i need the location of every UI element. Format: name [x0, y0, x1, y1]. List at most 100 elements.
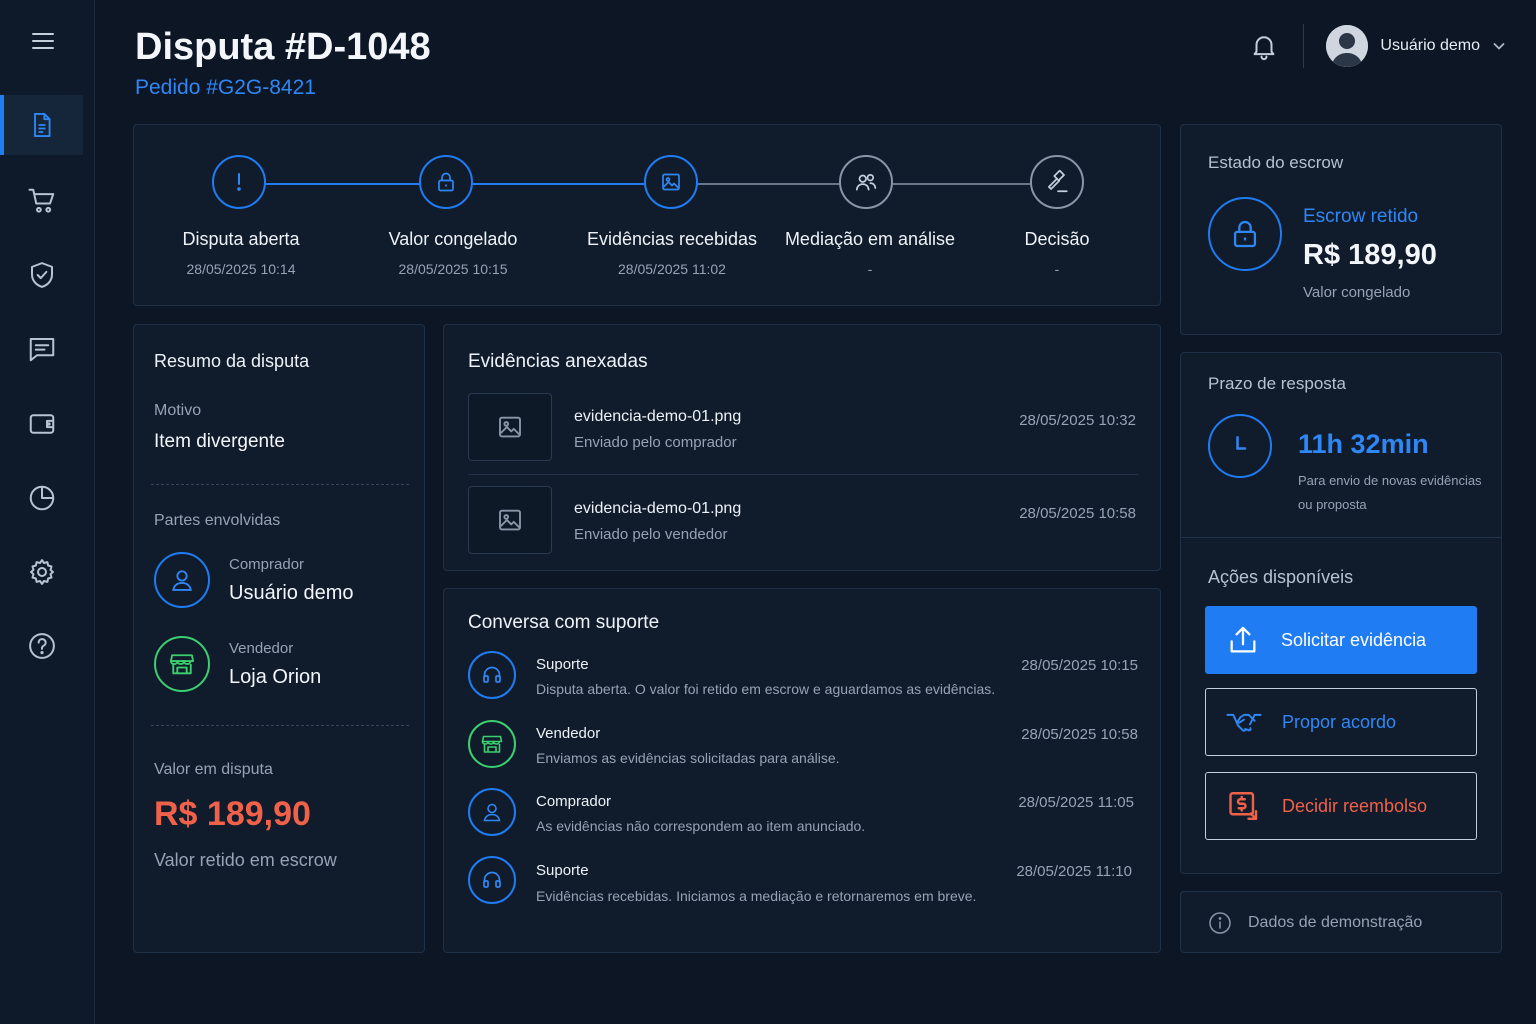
alert-icon [212, 155, 266, 209]
upload-icon [1223, 623, 1263, 657]
hamburger-menu-icon[interactable] [30, 28, 56, 54]
handshake-icon [1224, 707, 1264, 737]
evidence-file-name: evidencia-demo-01.png [574, 408, 742, 425]
evidence-card: Evidências anexadas evidencia-demo-01.pn… [443, 324, 1161, 571]
user-name[interactable]: Usuário demo [1380, 37, 1480, 55]
sidebar [0, 0, 95, 1024]
timeline-step-label: Evidências recebidas [586, 229, 758, 249]
deadline-note-line1: Para envio de novas evidências [1298, 473, 1482, 488]
message-item: Vendedor Enviamos as evidências solicita… [444, 720, 1160, 776]
timeline-step-label: Mediação em análise [784, 229, 956, 249]
escrow-amount: R$ 189,90 [1303, 239, 1437, 271]
message-author: Suporte [536, 656, 589, 673]
lock-icon [419, 155, 473, 209]
clock-icon [1208, 414, 1272, 478]
headset-icon [468, 651, 516, 699]
image-icon [468, 393, 552, 461]
timeline-step-date: - [867, 261, 873, 277]
message-author: Vendedor [536, 725, 601, 742]
summary-title: Resumo da disputa [154, 351, 310, 371]
message-author: Comprador [536, 793, 612, 810]
sidebar-item-orders[interactable] [0, 171, 83, 231]
section-divider [1181, 537, 1501, 538]
evidence-item[interactable]: evidencia-demo-01.png Enviado pelo vende… [444, 486, 1160, 566]
deadline-actions-card: Prazo de resposta 11h 32min Para envio d… [1180, 352, 1502, 874]
buyer-name: Usuário demo [229, 582, 354, 604]
evidence-title: Evidências anexadas [468, 351, 648, 372]
sidebar-item-settings[interactable] [0, 542, 83, 602]
seller-name: Loja Orion [229, 666, 322, 688]
evidence-sender: Enviado pelo vendedor [574, 526, 728, 543]
timeline-step-date: 28/05/2025 10:15 [398, 261, 508, 277]
dispute-timeline: Disputa aberta 28/05/2025 10:14 Valor co… [133, 124, 1161, 306]
decide-refund-label: Decidir reembolso [1282, 795, 1428, 816]
amount-label: Valor em disputa [154, 761, 273, 778]
sidebar-item-reports[interactable] [0, 468, 83, 528]
decide-refund-button[interactable]: Decidir reembolso [1205, 772, 1477, 840]
escrow-card: Estado do escrow Escrow retido R$ 189,90… [1180, 124, 1502, 335]
timeline-step-label: Decisão [1024, 229, 1090, 249]
store-icon [468, 720, 516, 768]
message-item: Suporte Disputa aberta. O valor foi reti… [444, 651, 1160, 707]
message-text: As evidências não correspondem ao item a… [536, 818, 866, 834]
message-time: 28/05/2025 10:58 [1021, 726, 1138, 743]
dashed-divider [151, 725, 409, 726]
evidence-sender: Enviado pelo comprador [574, 434, 737, 451]
help-icon [27, 631, 57, 661]
refund-icon [1224, 788, 1264, 824]
chevron-down-icon[interactable] [1492, 39, 1506, 53]
evidence-item[interactable]: evidencia-demo-01.png Enviado pelo compr… [444, 393, 1160, 473]
lock-icon [1208, 197, 1282, 271]
parties-label: Partes envolvidas [154, 512, 281, 529]
message-item: Suporte Evidências recebidas. Iniciamos … [444, 856, 1160, 912]
escrow-title: Estado do escrow [1208, 153, 1344, 172]
escrow-status: Escrow retido [1303, 206, 1419, 227]
propose-agreement-label: Propor acordo [1282, 711, 1397, 732]
message-item: Comprador As evidências não correspondem… [444, 788, 1160, 844]
avatar[interactable] [1326, 25, 1369, 67]
pie-chart-icon [27, 483, 57, 513]
chat-icon [27, 334, 57, 364]
timeline-step-date: 28/05/2025 10:14 [186, 261, 296, 277]
gavel-icon [1030, 155, 1084, 209]
sidebar-item-help[interactable] [0, 616, 83, 676]
sidebar-item-protection[interactable] [0, 245, 83, 305]
order-link[interactable]: Pedido #G2G-8421 [135, 76, 316, 100]
deadline-note-line2: ou proposta [1298, 497, 1367, 512]
timeline-step-date: 28/05/2025 11:02 [618, 261, 726, 277]
demo-data-note: Dados de demonstração [1180, 891, 1502, 953]
sidebar-item-documents[interactable] [0, 95, 83, 155]
dispute-summary-card: Resumo da disputa Motivo Item divergente… [133, 324, 425, 953]
buyer-role: Comprador [229, 556, 305, 573]
amount-value: R$ 189,90 [154, 795, 311, 833]
sidebar-item-wallet[interactable] [0, 394, 83, 454]
users-icon [839, 155, 893, 209]
timeline-step-label: Valor congelado [388, 229, 518, 249]
escrow-note: Valor congelado [1303, 284, 1411, 301]
sidebar-item-messages[interactable] [0, 319, 83, 379]
page-title: Disputa #D-1048 [135, 26, 431, 68]
propose-agreement-button[interactable]: Propor acordo [1205, 688, 1477, 756]
reason-value: Item divergente [154, 431, 285, 452]
request-evidence-label: Solicitar evidência [1281, 629, 1427, 650]
message-text: Enviamos as evidências solicitadas para … [536, 750, 840, 766]
bell-icon[interactable] [1249, 31, 1279, 61]
evidence-file-name: evidencia-demo-01.png [574, 500, 742, 517]
message-text: Evidências recebidas. Iniciamos a mediaç… [536, 888, 977, 904]
amount-note: Valor retido em escrow [154, 850, 337, 870]
headset-icon [468, 856, 516, 904]
user-icon [468, 788, 516, 836]
request-evidence-button[interactable]: Solicitar evidência [1205, 606, 1477, 674]
message-time: 28/05/2025 10:15 [1021, 657, 1138, 674]
actions-title: Ações disponíveis [1208, 567, 1354, 587]
timeline-step-date: - [1054, 261, 1060, 277]
reason-label: Motivo [154, 402, 202, 419]
cart-icon [27, 186, 57, 216]
header-actions: Usuário demo [1249, 22, 1506, 70]
deadline-time: 11h 32min [1298, 429, 1429, 459]
image-icon [468, 486, 552, 554]
info-icon [1208, 911, 1232, 935]
image-icon [644, 155, 698, 209]
header-divider [1303, 24, 1305, 68]
message-text: Disputa aberta. O valor foi retido em es… [536, 681, 996, 697]
